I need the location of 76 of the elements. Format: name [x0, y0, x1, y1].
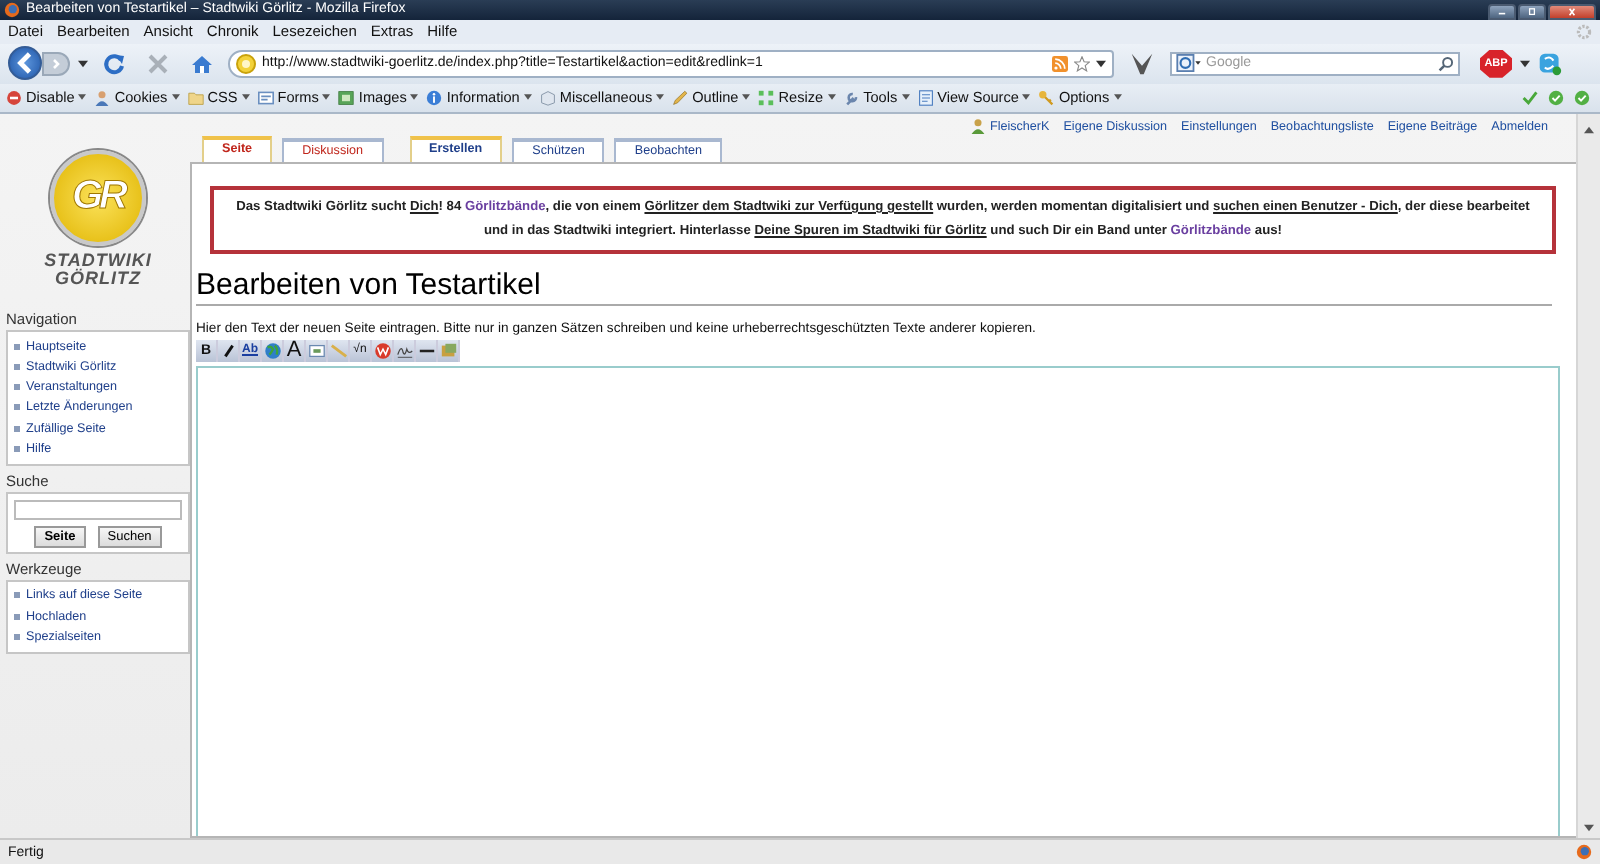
close-button[interactable]: [1548, 3, 1596, 20]
bullet-icon: [14, 343, 20, 350]
image-button[interactable]: [306, 339, 328, 362]
pictures-icon: [439, 341, 457, 360]
back-button[interactable]: [8, 46, 42, 81]
maximize-icon: [1524, 5, 1540, 18]
document-icon: [917, 89, 934, 106]
wrench-icon: [843, 89, 860, 106]
bullet-icon: [14, 363, 20, 370]
user-icon: [969, 118, 986, 135]
caret-icon: [523, 94, 532, 101]
info-icon: [426, 89, 443, 106]
close-icon: [1564, 5, 1580, 18]
globe-button[interactable]: [262, 339, 284, 362]
search-icon[interactable]: [1438, 55, 1454, 72]
page-heading: Bearbeiten von Testartikel: [196, 267, 1552, 306]
bullet-icon: [14, 633, 20, 640]
firefox-icon: [4, 1, 20, 18]
bird-icon[interactable]: [1130, 51, 1154, 76]
scroll-down-icon[interactable]: [1584, 824, 1594, 833]
rule-button[interactable]: [416, 339, 438, 362]
reload-icon[interactable]: [102, 51, 126, 76]
signature-button[interactable]: [394, 339, 416, 362]
image-icon: [338, 89, 355, 106]
line-icon: [329, 341, 347, 360]
person-icon: [94, 89, 111, 106]
checkmark-icon[interactable]: [1522, 89, 1538, 106]
logo-text: GÖRLITZ: [55, 269, 141, 288]
headline-button[interactable]: A: [284, 339, 306, 362]
bullet-icon: [14, 384, 20, 391]
caret-icon: [901, 94, 910, 101]
scrollbar[interactable]: [1576, 113, 1600, 839]
scroll-up-icon[interactable]: [1584, 125, 1594, 134]
dropdown-caret-icon[interactable]: [78, 59, 88, 68]
slash-icon: [219, 341, 237, 360]
dropdown-caret-icon[interactable]: [1520, 59, 1530, 68]
bullet-icon: [14, 446, 20, 452]
bullet-icon: [14, 592, 20, 599]
caret-icon: [1022, 94, 1031, 101]
firefox-icon: [1576, 844, 1592, 861]
caret-icon: [656, 94, 665, 101]
caret-icon: [171, 94, 180, 101]
box-icon: [539, 89, 556, 106]
caret-icon: [78, 94, 87, 101]
globe-icon: [263, 341, 281, 360]
rss-icon[interactable]: [1052, 55, 1068, 72]
star-icon[interactable]: [1074, 55, 1090, 72]
logo-text: STADTWIKI: [44, 251, 152, 270]
home-icon[interactable]: [190, 51, 214, 76]
google-icon[interactable]: [1176, 54, 1202, 73]
folder-icon: [187, 89, 204, 106]
resize-icon: [758, 89, 775, 106]
nowiki-button[interactable]: [372, 339, 394, 362]
minimize-button[interactable]: [1488, 3, 1516, 20]
caret-icon: [241, 94, 250, 101]
bullet-icon: [14, 404, 20, 411]
caret-icon: [322, 94, 331, 101]
pencil-icon: [672, 89, 689, 106]
dropdown-caret-icon[interactable]: [1096, 59, 1106, 68]
caret-icon: [742, 94, 751, 101]
italic-button[interactable]: [218, 339, 240, 362]
bullet-icon: [14, 425, 20, 432]
image-icon: [307, 341, 325, 360]
caret-icon: [410, 94, 419, 101]
stop-icon: [6, 89, 22, 106]
caret-icon: [1113, 94, 1122, 101]
check-circle-icon[interactable]: [1548, 89, 1564, 106]
caret-icon: [827, 94, 836, 101]
check-circle-icon[interactable]: [1574, 89, 1590, 106]
key-icon: [1038, 89, 1055, 106]
maximize-button[interactable]: [1518, 3, 1546, 20]
chat-icon[interactable]: [1538, 51, 1562, 76]
form-icon: [257, 89, 274, 106]
search-input[interactable]: [14, 499, 182, 520]
site-icon: [236, 53, 256, 74]
bullet-icon: [14, 613, 20, 620]
